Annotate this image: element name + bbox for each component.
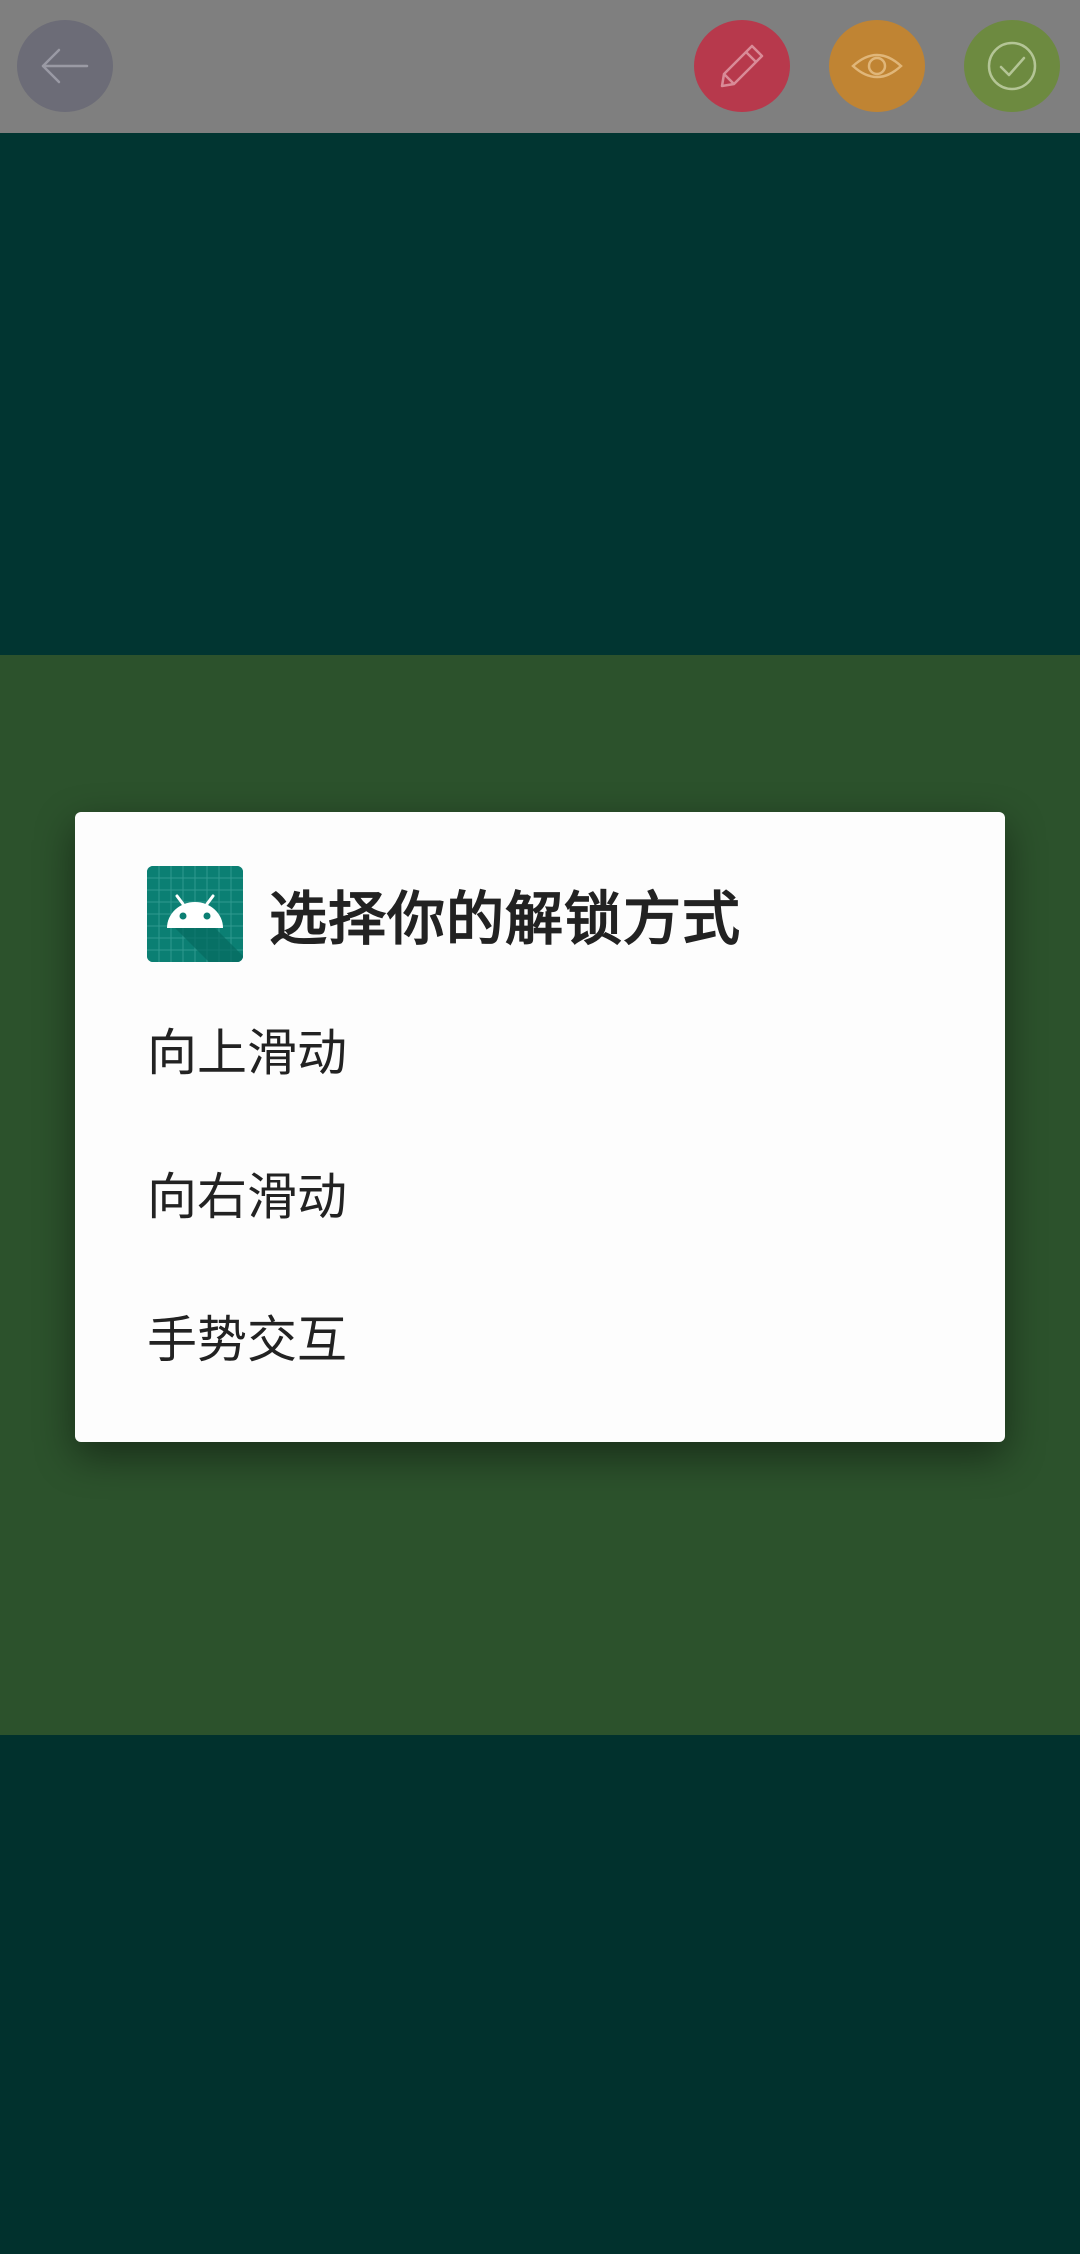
arrow-left-icon — [41, 48, 89, 84]
dialog-title: 选择你的解锁方式 — [269, 885, 742, 953]
unlock-method-dialog: 选择你的解锁方式 向上滑动 向右滑动 手势交互 — [75, 812, 1005, 1442]
option-swipe-right[interactable]: 向右滑动 — [147, 1138, 937, 1248]
back-button[interactable] — [17, 20, 113, 112]
done-button[interactable] — [964, 20, 1060, 112]
background-band-bottom — [0, 1735, 1080, 2254]
view-button[interactable] — [829, 20, 925, 112]
android-app-icon — [147, 866, 243, 962]
eye-icon — [851, 53, 903, 79]
option-gesture[interactable]: 手势交互 — [147, 1281, 937, 1391]
option-swipe-up[interactable]: 向上滑动 — [147, 994, 937, 1104]
check-circle-icon — [987, 41, 1037, 91]
background-band-top — [0, 133, 1080, 655]
edit-button[interactable] — [694, 20, 790, 112]
dialog-header: 选择你的解锁方式 — [147, 866, 741, 962]
pencil-icon — [720, 44, 764, 88]
